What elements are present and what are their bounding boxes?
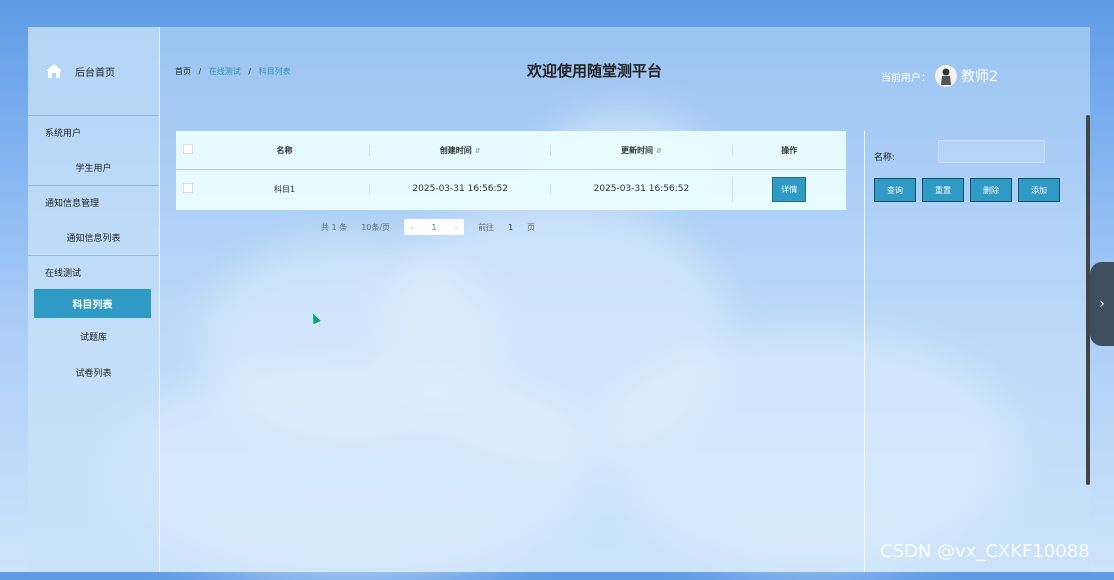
cell-updated: 2025-03-31 16:56:52 [550,184,731,194]
row-checkbox[interactable] [182,183,193,193]
select-all-checkbox[interactable] [182,144,193,154]
breadcrumb-online-test[interactable]: 在线测试 [209,67,241,76]
sidebar-group-system-users[interactable]: 系统用户 [28,116,159,149]
pagination: 共 1 条 10条/页 ‹ 1 › 前往 1 页 [321,219,549,235]
sidebar-home-label: 后台首页 [75,67,115,79]
column-updated[interactable]: 更新时间 ⇵ [550,144,731,156]
page-nav: ‹ 1 › [404,219,465,235]
home-icon [46,64,62,78]
side-expand-tab[interactable]: › [1090,262,1114,346]
sort-icon[interactable]: ⇵ [475,147,481,155]
next-page-icon[interactable]: › [455,223,458,232]
app-window: 后台首页 系统用户 学生用户 通知信息管理 通知信息列表 在线测试 科目列表 试… [28,27,1090,572]
table-row: 科目1 2025-03-31 16:56:52 2025-03-31 16:56… [176,170,846,208]
reset-button[interactable]: 重置 [922,178,964,202]
page-title: 欢迎使用随堂测平台 [527,62,663,80]
page-number[interactable]: 1 [432,223,437,232]
breadcrumb: 首页 / 在线测试 / 科目列表 [175,66,291,77]
prev-page-icon[interactable]: ‹ [410,223,413,232]
user-avatar-icon [941,68,951,85]
column-updated-label: 更新时间 [620,145,653,155]
column-name: 名称 [276,145,293,155]
sidebar-group-notice-management[interactable]: 通知信息管理 [28,186,159,219]
detail-button[interactable]: 详情 [772,176,807,202]
pagination-total: 共 1 条 [321,222,348,232]
goto-label: 前往 [478,222,495,232]
avatar[interactable] [935,65,957,87]
add-button[interactable]: 添加 [1018,178,1060,202]
breadcrumb-separator: / [198,67,202,76]
subject-table: 名称 创建时间 ⇵ 更新时间 ⇵ 操作 科目1 2025-03-31 16:56:5… [176,131,846,210]
sidebar-item-notice-list[interactable]: 通知信息列表 [28,219,159,255]
cell-name: 科目1 [273,184,296,194]
name-search-input[interactable] [938,140,1045,163]
page-unit: 页 [527,222,536,232]
cell-created: 2025-03-31 16:56:52 [369,184,550,194]
sidebar-item-paper-list[interactable]: 试卷列表 [28,354,159,390]
delete-button[interactable]: 删除 [970,178,1012,202]
breadcrumb-separator: / [248,67,252,76]
sidebar: 后台首页 系统用户 学生用户 通知信息管理 通知信息列表 在线测试 科目列表 试… [28,27,160,572]
column-created[interactable]: 创建时间 ⇵ [369,144,550,156]
sidebar-group-online-test[interactable]: 在线测试 [28,256,159,289]
search-panel: 名称: 查询 重置 删除 添加 [864,131,1075,572]
goto-page-input[interactable]: 1 [508,223,513,232]
query-button[interactable]: 查询 [874,178,916,202]
breadcrumb-home[interactable]: 首页 [175,67,191,76]
chevron-right-icon: › [1099,296,1105,312]
watermark: CSDN @vx_CXKF10088 [880,541,1090,562]
current-user-name: 教师2 [961,69,998,85]
current-user-label: 当前用户： [881,72,931,84]
header: 首页 / 在线测试 / 科目列表 欢迎使用随堂测平台 当前用户： 教师2 [159,27,1090,117]
current-user: 当前用户： 教师2 [881,65,998,87]
column-created-label: 创建时间 [439,145,472,155]
sort-icon[interactable]: ⇵ [656,147,662,155]
sidebar-item-subject-list[interactable]: 科目列表 [34,289,151,318]
sidebar-item-question-bank[interactable]: 试题库 [28,318,159,354]
column-action: 操作 [731,144,846,156]
sidebar-home[interactable]: 后台首页 [28,27,159,116]
sidebar-item-student-users[interactable]: 学生用户 [28,149,159,185]
table-header: 名称 创建时间 ⇵ 更新时间 ⇵ 操作 [176,131,846,170]
name-label: 名称: [874,153,896,163]
page-size-select[interactable]: 10条/页 [361,222,390,233]
breadcrumb-subject-list: 科目列表 [258,67,291,76]
